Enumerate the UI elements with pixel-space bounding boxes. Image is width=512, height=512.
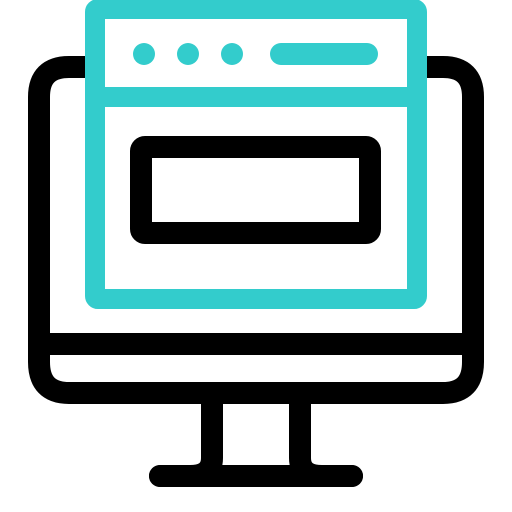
window-dot-2 [177, 43, 199, 65]
web-browser-on-monitor-icon [28, 0, 484, 487]
window-dot-3 [221, 43, 243, 65]
icon-canvas [0, 0, 512, 512]
monitor-stand [149, 382, 363, 487]
window-dot-1 [133, 43, 155, 65]
